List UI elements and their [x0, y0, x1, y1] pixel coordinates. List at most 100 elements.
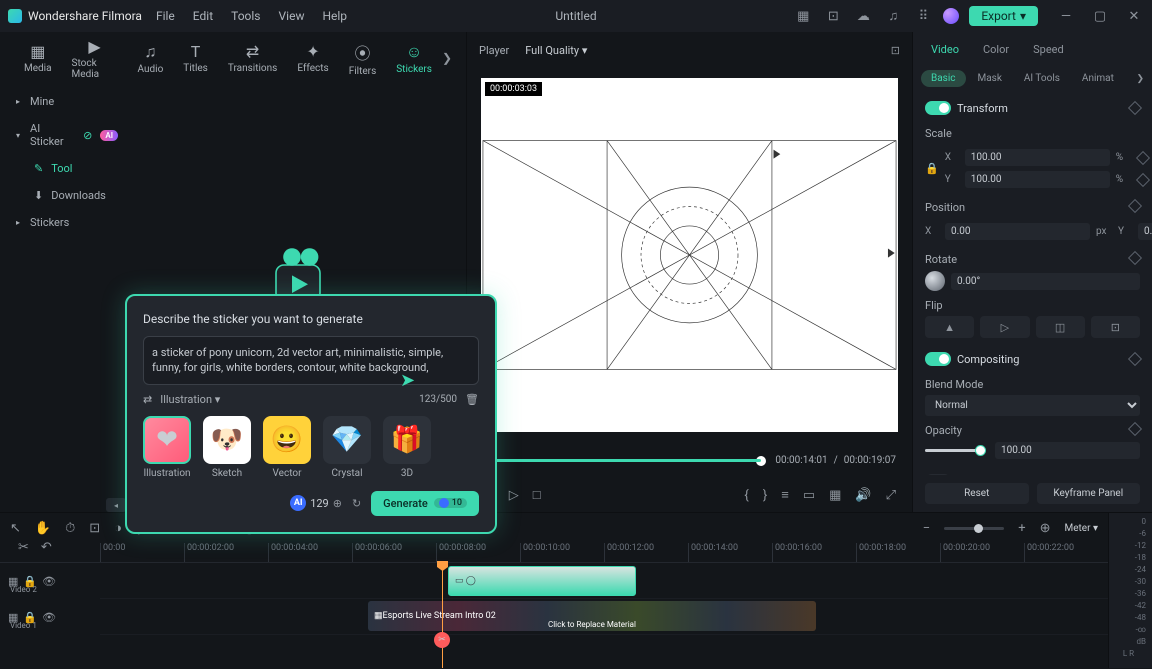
quality-dropdown[interactable]: Full Quality ▾	[525, 44, 587, 57]
crop-tool-icon[interactable]: ⊡	[89, 521, 100, 536]
tab-media[interactable]: ▦Media	[14, 42, 62, 74]
sidebar-stickers[interactable]: ▸Stickers	[0, 209, 134, 236]
opacity-slider[interactable]	[925, 449, 981, 452]
tl-cut-icon[interactable]: ✂	[18, 540, 29, 555]
screen-icon[interactable]: ⊡	[823, 6, 843, 26]
tab-titles[interactable]: TTitles	[173, 42, 218, 74]
reset-button[interactable]: Reset	[925, 483, 1029, 504]
sidebar-tool[interactable]: ✎ Tool	[0, 155, 134, 182]
trash-icon[interactable]: 🗑	[465, 393, 479, 406]
menu-edit[interactable]: Edit	[193, 9, 213, 23]
subtab-basic[interactable]: Basic	[921, 70, 966, 87]
tab-stickers[interactable]: ☺Stickers	[386, 42, 442, 75]
menu-view[interactable]: View	[279, 9, 305, 23]
mark-in-icon[interactable]: {	[744, 488, 748, 503]
sidebar-ai-sticker[interactable]: ▾AI Sticker ⊘ AI	[0, 115, 134, 155]
user-avatar[interactable]	[943, 8, 959, 24]
keyframe-icon[interactable]	[1128, 352, 1142, 366]
timeline-ruler[interactable]: 00:00 00:00:02:00 00:00:04:00 00:00:06:0…	[0, 543, 1108, 563]
play-button[interactable]: ▷	[509, 488, 519, 503]
track-lane-2[interactable]: ▭ ◯	[100, 563, 1108, 599]
color-tool-icon[interactable]: ◑	[114, 520, 122, 536]
blend-dropdown[interactable]: Normal	[925, 395, 1140, 416]
tab-effects[interactable]: ✦Effects	[287, 42, 338, 74]
collapse-sidebar-icon[interactable]: ◂	[106, 498, 126, 512]
grid-icon[interactable]: ▦	[829, 488, 841, 503]
insp-tab-speed[interactable]: Speed	[1021, 43, 1076, 56]
scale-y-input[interactable]	[965, 171, 1110, 188]
keyframe-panel-button[interactable]: Keyframe Panel	[1037, 483, 1141, 504]
menu-help[interactable]: Help	[322, 9, 347, 23]
flip-4-button[interactable]: ⊡	[1091, 316, 1140, 338]
preview-canvas[interactable]: 00:00:03:03	[481, 78, 898, 432]
compositing-toggle[interactable]	[925, 352, 951, 366]
speed-tool-icon[interactable]: ⏱	[65, 521, 75, 536]
clip-video-1[interactable]: ▦ Esports Live Stream Intro 02 Click to …	[368, 601, 816, 631]
export-button[interactable]: Export▾	[969, 6, 1038, 26]
tl-undo-icon[interactable]: ↶	[41, 540, 52, 555]
cut-icon[interactable]: ✂	[434, 632, 450, 648]
menu-file[interactable]: File	[156, 9, 175, 23]
insp-tab-color[interactable]: Color	[971, 43, 1021, 56]
scale-x-input[interactable]	[965, 149, 1110, 166]
transform-toggle[interactable]	[925, 101, 951, 115]
playhead[interactable]: ✂	[442, 563, 443, 668]
subtab-animation[interactable]: Animat	[1072, 70, 1124, 87]
zoom-fit-icon[interactable]: ⊕	[1040, 521, 1051, 536]
tab-filters[interactable]: ⦿Filters	[339, 40, 387, 77]
opacity-input[interactable]	[995, 442, 1140, 459]
style-3d[interactable]: 🎁3D	[383, 416, 431, 479]
style-sketch[interactable]: 🐶Sketch	[203, 416, 251, 479]
pos-x-input[interactable]	[945, 223, 1090, 240]
settings-icon[interactable]: ≡	[781, 487, 789, 503]
keyframe-icon[interactable]	[1128, 251, 1142, 265]
menu-tools[interactable]: Tools	[231, 9, 260, 23]
info-icon[interactable]: ⓘ	[1129, 473, 1140, 475]
mark-out-icon[interactable]: }	[763, 488, 767, 503]
zoom-slider[interactable]	[944, 527, 1004, 530]
meter-dropdown[interactable]: Meter ▾	[1065, 523, 1099, 534]
fullscreen-icon[interactable]: ⤢	[886, 488, 896, 503]
cloud-icon[interactable]: ☁	[853, 6, 873, 26]
style-dropdown[interactable]: Illustration ▾	[160, 393, 220, 406]
ai-prompt-input[interactable]: a sticker of pony unicorn, 2d vector art…	[143, 336, 479, 385]
lock-icon[interactable]: 🔒	[925, 162, 939, 175]
zoom-out-icon[interactable]: −	[923, 521, 930, 536]
sidebar-downloads[interactable]: ⬇ Downloads	[0, 182, 134, 209]
flip-h-button[interactable]: ▲	[925, 316, 974, 338]
keyframe-icon[interactable]	[1136, 172, 1150, 186]
minimize-icon[interactable]: ―	[1056, 6, 1076, 26]
keyframe-icon[interactable]	[1128, 199, 1142, 213]
background-toggle[interactable]	[925, 474, 951, 475]
pos-y-input[interactable]	[1138, 223, 1152, 240]
style-vector[interactable]: 😀Vector	[263, 416, 311, 479]
refresh-icon[interactable]: ↻	[352, 497, 361, 510]
generate-button[interactable]: Generate 10	[371, 491, 479, 516]
style-illustration[interactable]: ❤Illustration	[143, 416, 191, 479]
tab-stock-media[interactable]: ▶Stock Media	[62, 37, 128, 80]
subtab-mask[interactable]: Mask	[968, 70, 1012, 87]
sidebar-mine[interactable]: ▸Mine	[0, 88, 134, 115]
tabs-next-icon[interactable]: ❯	[442, 51, 452, 65]
maximize-icon[interactable]: ▢	[1090, 6, 1110, 26]
flip-v-button[interactable]: ▷	[980, 316, 1029, 338]
style-crystal[interactable]: 💎Crystal	[323, 416, 371, 479]
shuffle-icon[interactable]: ⇄	[143, 393, 152, 406]
clip-video-2[interactable]: ▭ ◯	[448, 566, 636, 596]
flip-3-button[interactable]: ◫	[1036, 316, 1085, 338]
pointer-tool-icon[interactable]: ↖	[10, 521, 21, 536]
keyframe-icon[interactable]	[1128, 422, 1142, 436]
subtab-ai-tools[interactable]: AI Tools	[1014, 70, 1070, 87]
add-tokens-icon[interactable]: ⊕	[333, 497, 342, 510]
zoom-in-icon[interactable]: +	[1018, 521, 1025, 536]
track-lane-1[interactable]: ▦ Esports Live Stream Intro 02 Click to …	[100, 599, 1108, 635]
close-icon[interactable]: ✕	[1124, 6, 1144, 26]
hand-tool-icon[interactable]: ✋	[35, 521, 51, 536]
keyframe-icon[interactable]	[1136, 150, 1150, 164]
stop-button[interactable]: □	[533, 487, 541, 503]
apps-icon[interactable]: ⠿	[913, 6, 933, 26]
volume-icon[interactable]: 🔊	[855, 488, 871, 503]
tab-audio[interactable]: ♫Audio	[128, 42, 174, 75]
display-icon[interactable]: ▭	[803, 488, 815, 503]
headphone-icon[interactable]: ♫	[883, 6, 903, 26]
